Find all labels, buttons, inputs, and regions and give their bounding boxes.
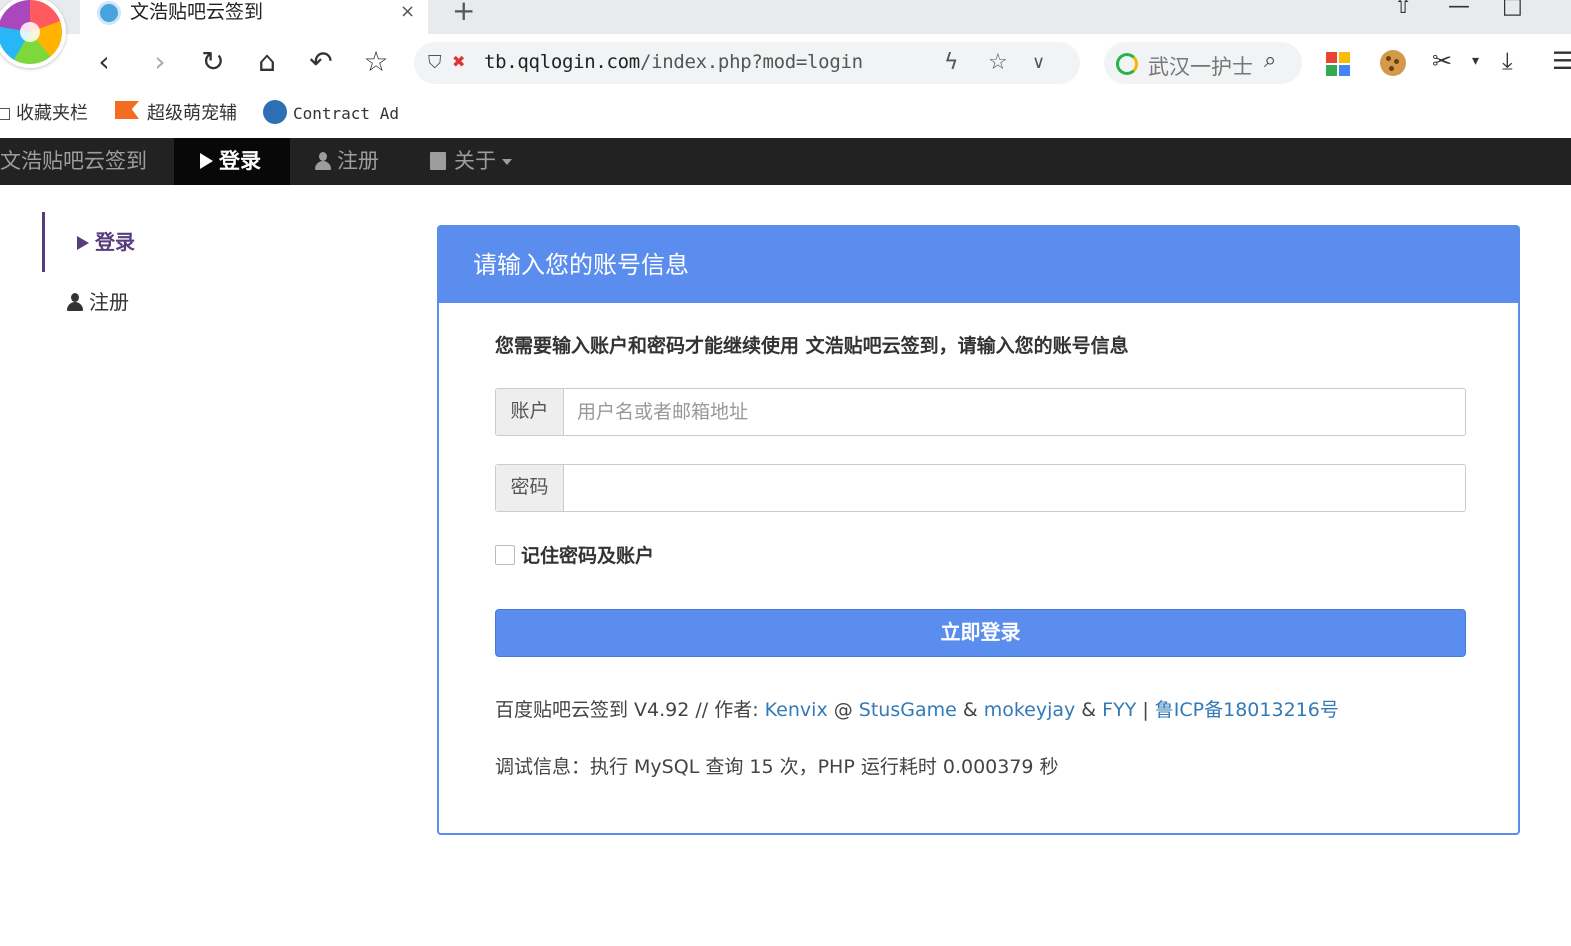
side-nav-register[interactable]: 注册 [42, 272, 242, 332]
shield-icon[interactable]: ⛉ [428, 52, 442, 73]
tab-favicon-icon [97, 1, 121, 25]
scissors-icon[interactable]: ✂ [1432, 46, 1452, 76]
user-icon [314, 152, 332, 170]
user-icon [66, 293, 84, 311]
author-link-mokeyjay[interactable]: mokeyjay [984, 699, 1076, 721]
login-button[interactable]: 立即登录 [495, 609, 1466, 657]
folder-icon [0, 108, 10, 120]
tab-title: 文浩贴吧云签到 [130, 1, 264, 23]
book-icon [430, 152, 446, 170]
new-tab-button[interactable]: + [452, 0, 475, 28]
menu-icon[interactable]: ☰ [1552, 46, 1571, 76]
insecure-icon[interactable]: ✖ [452, 52, 465, 71]
account-input-group: 账户 [495, 388, 1466, 436]
bookmark-item[interactable]: Contract Ad [293, 102, 399, 126]
dropdown-caret-icon[interactable]: ▾ [1472, 46, 1479, 76]
shirt-icon[interactable]: ⇧ [1394, 0, 1412, 22]
site-navbar: 文浩贴吧云签到 登录 注册 关于 [0, 138, 1571, 185]
login-intro: 您需要输入账户和密码才能继续使用 文浩贴吧云签到，请输入您的账号信息 [495, 335, 1129, 357]
search-text[interactable]: 武汉一护士 [1148, 51, 1253, 81]
bookmark-folder[interactable]: 收藏夹栏 [0, 102, 88, 126]
contract-icon [263, 100, 287, 124]
remember-checkbox[interactable] [495, 545, 515, 565]
browser-tab-bar: 文浩贴吧云签到 × + ⇧ — □ [0, 0, 1571, 34]
author-link-stusgame[interactable]: StusGame [859, 699, 957, 721]
address-bar[interactable]: ⛉ ✖ tb.qqlogin.com/index.php?mod=login ϟ… [414, 42, 1080, 84]
login-panel: 请输入您的账号信息 您需要输入账户和密码才能继续使用 文浩贴吧云签到，请输入您的… [437, 225, 1520, 835]
account-label: 账户 [496, 389, 564, 435]
debug-info: 调试信息：执行 MySQL 查询 15 次，PHP 运行耗时 0.000379 … [495, 756, 1059, 778]
password-input[interactable] [565, 465, 1465, 511]
nav-login[interactable]: 登录 [174, 138, 290, 185]
download-icon[interactable]: ⤓ [1502, 46, 1513, 76]
forward-icon[interactable]: › [142, 44, 178, 80]
flag-icon [115, 101, 139, 119]
play-icon [200, 153, 213, 169]
author-link-fyy[interactable]: FYY [1102, 699, 1136, 721]
password-label: 密码 [496, 465, 564, 511]
cookie-icon[interactable] [1380, 50, 1406, 76]
back-icon[interactable]: ‹ [86, 44, 122, 80]
minimize-icon[interactable]: — [1448, 0, 1470, 22]
author-link-kenvix[interactable]: Kenvix [765, 699, 828, 721]
panel-heading: 请输入您的账号信息 [439, 227, 1518, 303]
play-icon [77, 236, 89, 250]
nav-about-dropdown[interactable]: 关于 [430, 138, 512, 185]
password-input-group: 密码 [495, 464, 1466, 512]
tab-close-icon[interactable]: × [400, 0, 415, 24]
caret-down-icon [502, 159, 512, 165]
reload-icon[interactable]: ↻ [195, 44, 231, 80]
footer-credits: 百度贴吧云签到 V4.92 // 作者: Kenvix @ StusGame &… [495, 699, 1339, 721]
lightning-icon[interactable]: ϟ [944, 50, 959, 75]
favorite-star-icon[interactable]: ☆ [358, 44, 394, 80]
search-icon[interactable]: ⌕ [1264, 48, 1276, 73]
account-input[interactable] [565, 389, 1465, 435]
search-box[interactable]: 武汉一护士 ⌕ [1104, 42, 1302, 84]
url-text[interactable]: tb.qqlogin.com/index.php?mod=login [484, 51, 863, 73]
maximize-icon[interactable]: □ [1502, 0, 1523, 22]
chevron-down-icon[interactable]: ∨ [1032, 52, 1045, 73]
remember-label: 记住密码及账户 [521, 545, 655, 567]
bookmark-star-icon[interactable]: ☆ [988, 50, 1008, 75]
icp-link[interactable]: 鲁ICP备18013216号 [1155, 699, 1339, 721]
home-icon[interactable]: ⌂ [249, 44, 285, 80]
apps-icon[interactable] [1326, 52, 1350, 76]
nav-register[interactable]: 注册 [314, 138, 379, 185]
browser-toolbar: ‹ › ↻ ⌂ ↶ ☆ ⛉ ✖ tb.qqlogin.com/index.php… [0, 34, 1571, 94]
bookmark-item[interactable]: 超级萌宠辅 [147, 102, 237, 126]
browser-tab[interactable]: 文浩贴吧云签到 × [80, 0, 428, 34]
side-nav: 登录 注册 [42, 212, 242, 332]
bookmarks-bar: 收藏夹栏 超级萌宠辅 Contract Ad [0, 94, 1571, 138]
remember-me[interactable]: 记住密码及账户 [495, 543, 654, 569]
undo-icon[interactable]: ↶ [303, 44, 339, 80]
side-nav-login[interactable]: 登录 [42, 212, 242, 272]
search-engine-icon [1116, 53, 1138, 75]
navbar-brand[interactable]: 文浩贴吧云签到 [0, 138, 147, 185]
